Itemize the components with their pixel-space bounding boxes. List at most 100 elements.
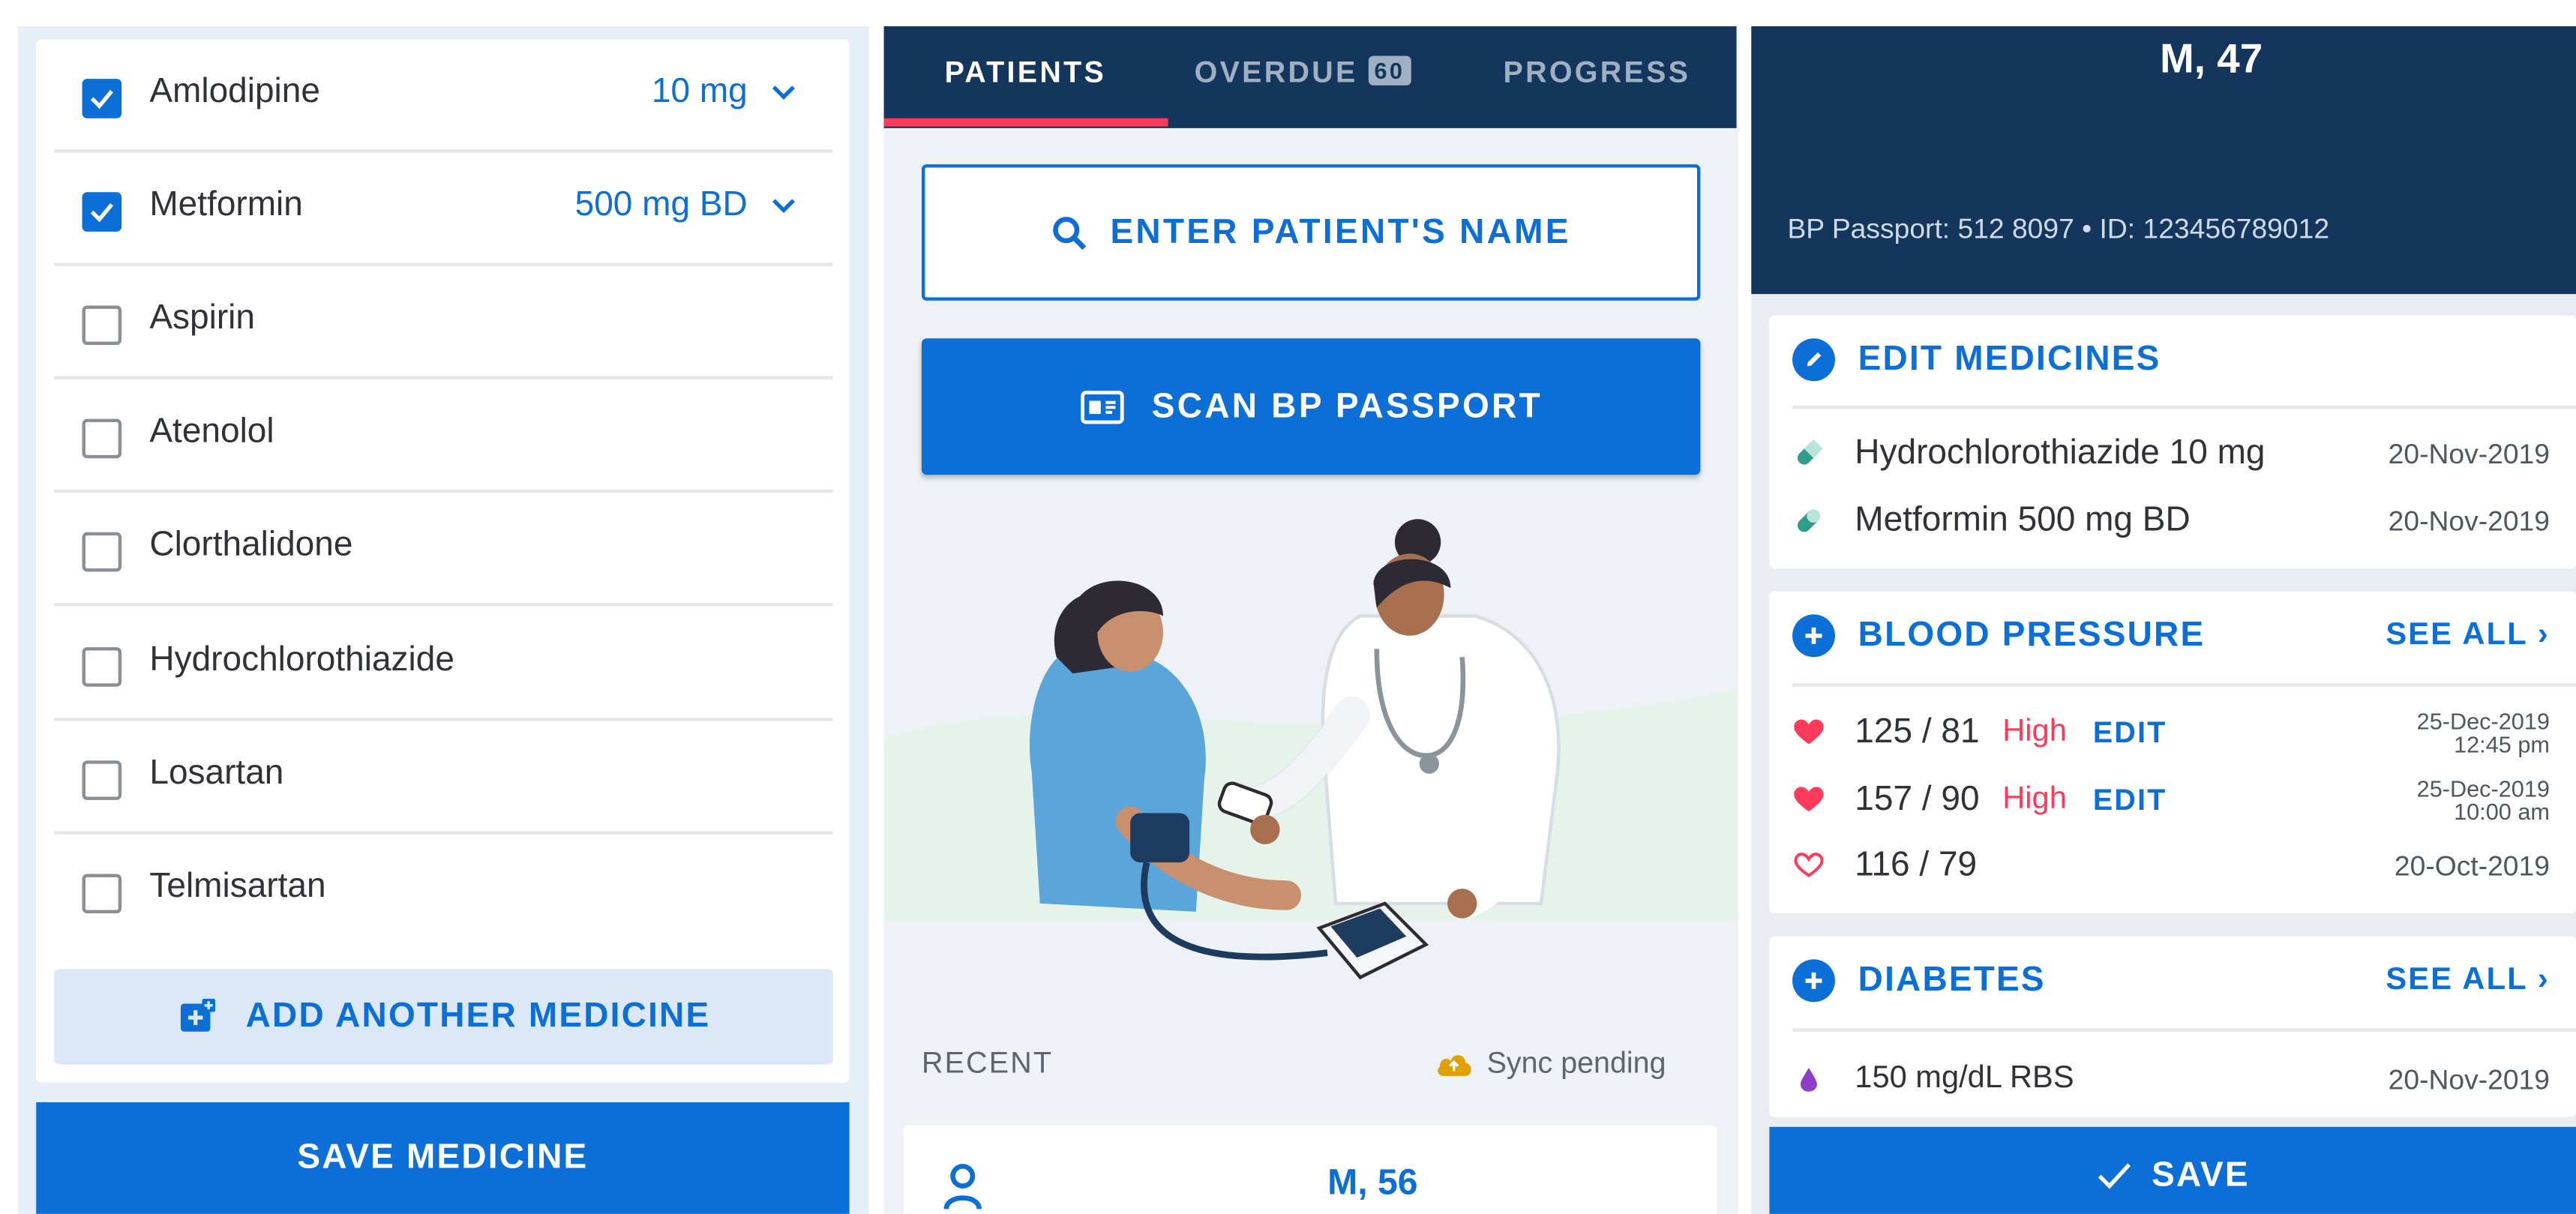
pill-icon [1792,506,1825,535]
passport-card-icon [1081,390,1124,424]
tab-overdue[interactable]: OVERDUE 60 [1194,55,1412,90]
add-circle-icon [1792,614,1836,658]
bp-reading-row: 157 / 90 High EDIT 25-Dec-2019 10:00 am [1792,777,2550,823]
medicines-title: EDIT MEDICINES [1858,340,2161,378]
checkbox-icon[interactable] [82,305,122,346]
cloud-upload-icon [1438,1054,1471,1075]
bp-high-flag: High [2002,781,2067,817]
dose-value: 500 mg BD [574,185,748,223]
checkbox-icon[interactable] [82,532,122,572]
search-icon [1052,216,1086,250]
medicine-row[interactable]: Aspirin [54,266,833,380]
add-medicine-label: ADD ANOTHER MEDICINE [245,997,711,1036]
chevron-right-icon: › [2537,962,2550,997]
bp-reading-row: 125 / 81 High EDIT 25-Dec-2019 12:45 pm [1792,709,2550,756]
patient-search-button[interactable]: ENTER PATIENT'S NAME [921,164,1701,301]
add-diabetes-button[interactable]: DIABETES [1792,959,2046,1003]
medicine-row[interactable]: Losartan [54,721,833,835]
checkbox-icon[interactable] [82,647,122,687]
recent-heading: RECENT [921,1046,1054,1080]
medicine-name: Metformin [149,185,303,223]
bp-datetime: 25-Dec-2019 12:45 pm [2417,709,2550,755]
medicine-item: Hydrochlorothiazide 10 mg 20-Nov-2019 [1792,433,2550,473]
save-label: SAVE [2152,1156,2250,1195]
tab-overdue-label: OVERDUE [1194,55,1358,89]
active-tab-indicator [883,118,1168,127]
medicine-name: Aspirin [149,298,256,337]
medicine-row[interactable]: Atenolol [54,379,833,493]
screenshot-collage: Amlodipine 10 mg Metformin 500 mg BD Asp… [0,0,2576,1214]
blood-pressure-title: BLOOD PRESSURE [1858,616,2206,654]
bp-see-all-link[interactable]: SEE ALL › [2386,618,2550,654]
sync-status: Sync pending [1434,1046,1666,1081]
bp-value: 125 / 81 [1855,712,1980,751]
tab-progress[interactable]: PROGRESS [1503,55,1690,90]
medicine-name: Losartan [149,754,284,792]
patient-title: M, 47 [2160,36,2263,82]
medicine-row[interactable]: Metformin 500 mg BD [54,153,833,266]
chevron-right-icon: › [2537,617,2550,652]
dose-dropdown[interactable]: 10 mg [652,72,797,112]
dose-dropdown[interactable]: 500 mg BD [575,186,797,226]
medicine-name: Amlodipine [149,72,320,110]
medicine-name: Telmisartan [149,867,326,906]
card-divider [1792,1028,2576,1032]
diabetes-see-all-link[interactable]: SEE ALL › [2386,963,2550,999]
bp-high-flag: High [2002,714,2067,749]
medicine-row[interactable]: Clorthalidone [54,493,833,607]
bp-reading-row: 116 / 79 20-Oct-2019 [1792,846,2550,886]
save-button[interactable]: SAVE [1769,1126,2576,1214]
sync-status-text: Sync pending [1486,1046,1666,1080]
bp-see-all-label: SEE ALL [2386,617,2528,652]
bp-value: 157 / 90 [1855,780,1980,818]
scan-bp-passport-button[interactable]: SCAN BP PASSPORT [921,338,1701,475]
bp-datetime: 25-Dec-2019 10:00 am [2417,777,2550,823]
glucose-reading-row: 150 mg/dL RBS 20-Nov-2019 [1792,1061,2550,1097]
medicine-row[interactable]: Hydrochlorothiazide [54,608,833,721]
diabetes-see-all-label: SEE ALL [2386,962,2528,997]
person-icon [943,1164,982,1210]
add-circle-icon [1792,959,1836,1003]
checkbox-checked-icon[interactable] [82,79,122,118]
diabetes-title: DIABETES [1858,961,2046,999]
chevron-down-icon [772,85,795,100]
bp-value: 116 / 79 [1855,846,1978,884]
recent-patient-card[interactable]: M, 56 [903,1125,1717,1214]
chevron-down-icon [772,199,795,214]
card-divider [1792,683,2576,687]
recent-patient-name: M, 56 [1327,1161,1418,1203]
passport-id-line: BP Passport: 512 8097 • ID: 123456789012 [1787,213,2330,245]
scan-label: SCAN BP PASSPORT [1151,386,1543,425]
add-blood-pressure-button[interactable]: BLOOD PRESSURE [1792,614,2206,658]
tab-patients[interactable]: PATIENTS [945,55,1106,90]
glucose-value: 150 mg/dL RBS [1855,1061,2074,1096]
bp-edit-link[interactable]: EDIT [2093,783,2167,817]
checkbox-icon[interactable] [82,760,122,800]
bp-time: 12:45 pm [2454,730,2550,757]
medicine-item-name: Hydrochlorothiazide 10 mg [1855,433,2266,472]
medicine-item-name: Metformin 500 mg BD [1855,501,2191,539]
bp-time: 10:00 am [2454,798,2550,825]
dose-value: 10 mg [651,72,748,110]
bp-date: 20-Oct-2019 [2394,850,2550,882]
checkbox-icon[interactable] [82,418,122,459]
medicine-name: Hydrochlorothiazide [149,640,454,679]
edit-medicines-button[interactable]: EDIT MEDICINES [1792,338,2161,382]
heart-filled-icon [1792,787,1825,813]
medicine-row[interactable]: Telmisartan [54,835,832,948]
add-medicine-icon [179,998,214,1032]
add-another-medicine-button[interactable]: ADD ANOTHER MEDICINE [54,969,833,1065]
checkbox-icon[interactable] [82,874,122,914]
medicines-card: EDIT MEDICINES Hydrochlorothiazide 10 mg… [1769,315,2576,568]
edit-pencil-icon [1792,338,1836,382]
card-divider [1792,406,2576,409]
heart-outline-icon [1792,853,1825,879]
checkbox-checked-icon[interactable] [82,192,122,232]
save-medicine-button[interactable]: SAVE MEDICINE [36,1102,850,1214]
blood-drop-icon [1792,1066,1825,1093]
bp-edit-link[interactable]: EDIT [2093,715,2167,750]
medicine-name: Atenolol [149,412,274,451]
medicine-item-date: 20-Nov-2019 [2388,437,2550,469]
search-label: ENTER PATIENT'S NAME [1110,212,1571,251]
medicine-row[interactable]: Amlodipine 10 mg [54,40,833,153]
